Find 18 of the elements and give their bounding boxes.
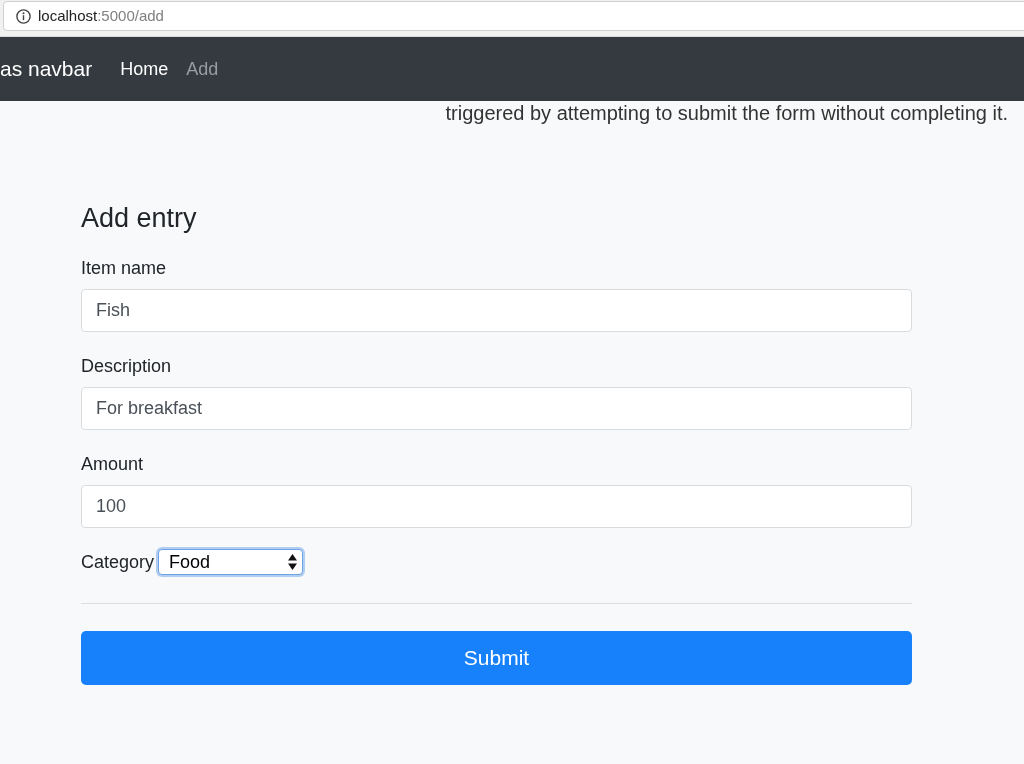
- url-text: localhost:5000/add: [38, 7, 164, 25]
- info-icon[interactable]: [16, 8, 31, 24]
- input-field[interactable]: 100: [81, 485, 912, 528]
- form-title: Add entry: [81, 202, 197, 234]
- submit-button[interactable]: Submit: [81, 631, 912, 685]
- field-label: Amount: [81, 453, 144, 476]
- field-label: Description: [81, 355, 172, 378]
- field-label: Item name: [81, 257, 167, 280]
- select-dropdown[interactable]: Food: [158, 549, 304, 575]
- nav-link[interactable]: Home: [120, 55, 169, 83]
- address-bar[interactable]: localhost:5000/add: [3, 1, 1024, 31]
- up-down-arrows-icon: [288, 554, 298, 570]
- input-field[interactable]: For breakfast: [81, 387, 912, 430]
- nav-link[interactable]: Add: [186, 55, 219, 83]
- navbar-brand[interactable]: as navbar: [0, 53, 93, 85]
- message-text: triggered by attempting to submit the form without completing it.: [445, 101, 1008, 126]
- input-field[interactable]: Fish: [81, 289, 912, 332]
- field-label: Category: [81, 551, 155, 574]
